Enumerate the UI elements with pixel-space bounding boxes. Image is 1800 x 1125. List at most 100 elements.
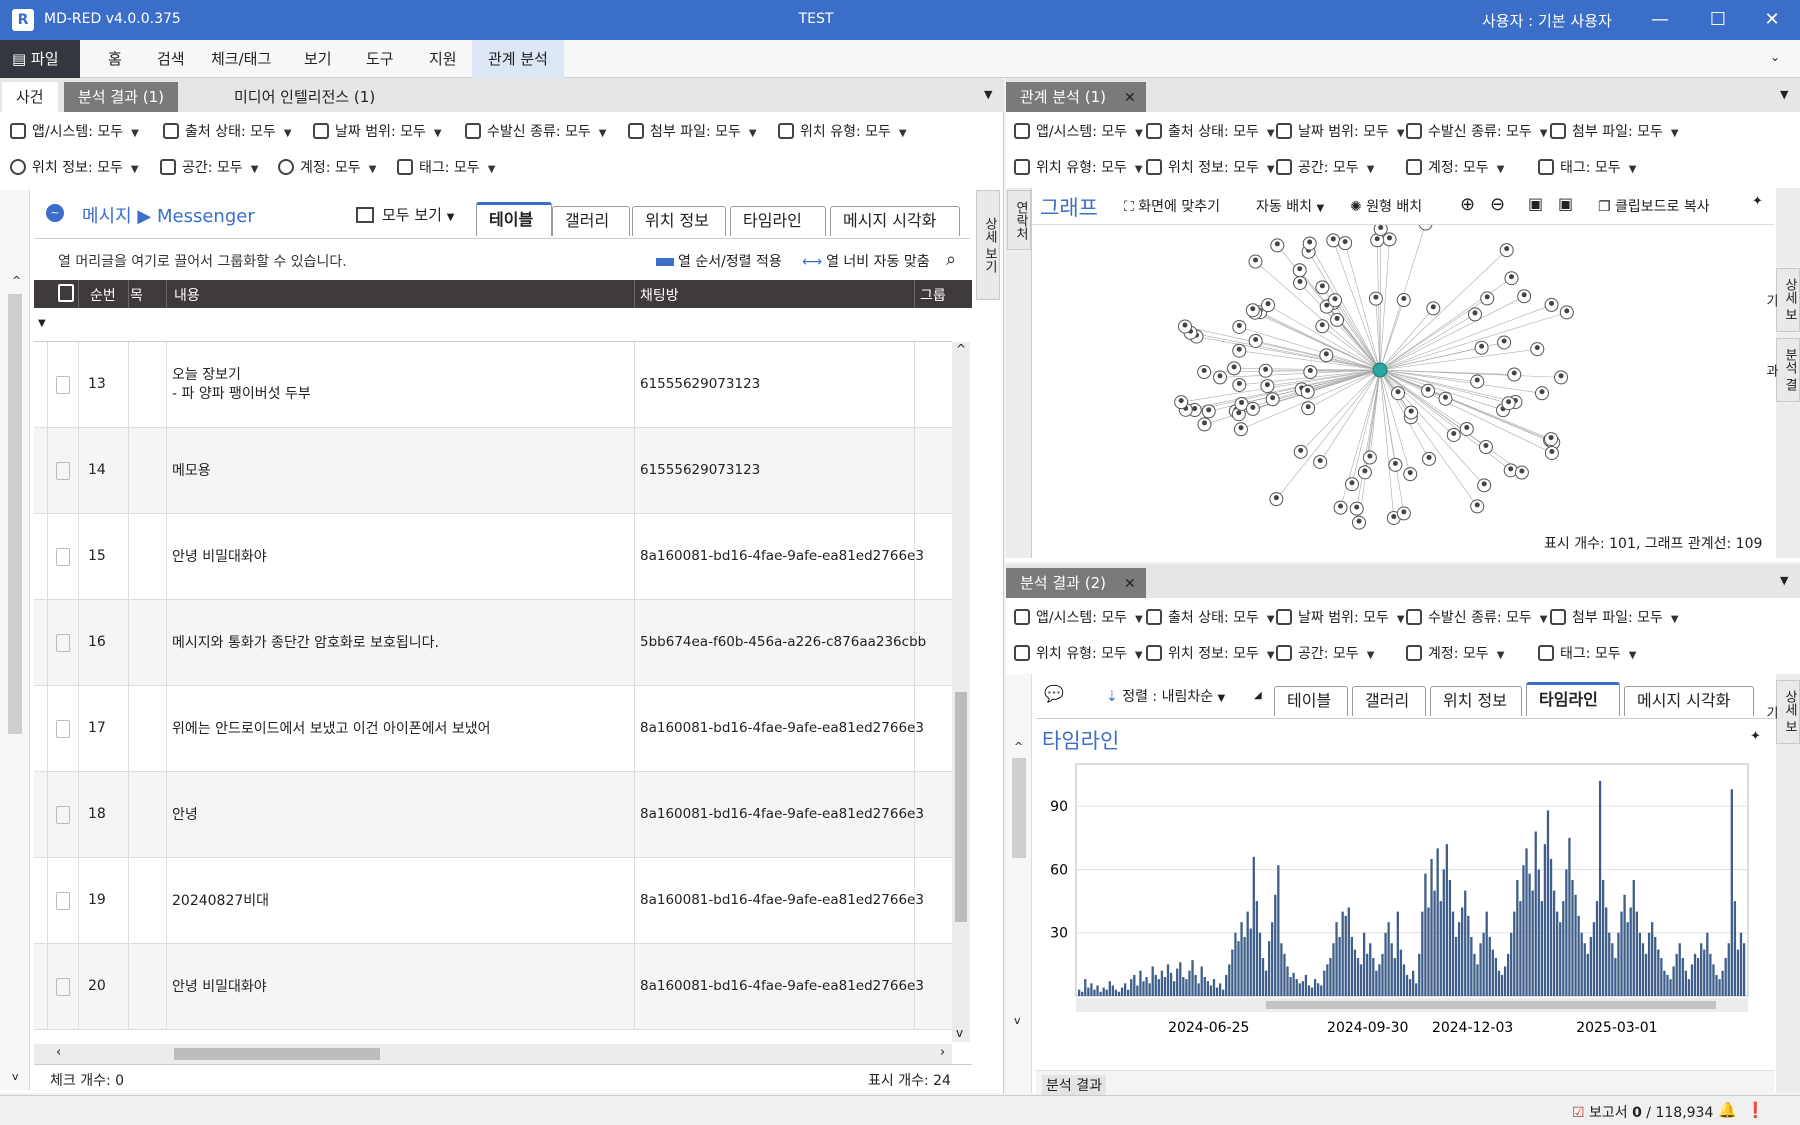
subtab-message-vis[interactable]: 메시지 시각화 bbox=[830, 206, 960, 236]
timeline-bar[interactable] bbox=[1356, 958, 1360, 996]
grid-scroll-thumb[interactable] bbox=[955, 692, 967, 922]
timeline-bar[interactable] bbox=[1191, 960, 1194, 996]
col-header-target[interactable]: 목 bbox=[130, 285, 143, 305]
graph-tab-dropdown-icon[interactable]: ▼ bbox=[1780, 88, 1788, 101]
filter-space[interactable]: 공간: 모두 ▼ bbox=[160, 150, 258, 186]
search-icon[interactable]: ⌕ bbox=[946, 249, 956, 270]
filter-source-filter[interactable]: 출처 상태: 모두 ▼ bbox=[1146, 600, 1275, 636]
timeline-bar[interactable] bbox=[1436, 848, 1439, 996]
tab-media-intelligence[interactable]: 미디어 인텔리전스 (1) bbox=[208, 82, 390, 112]
timeline-bar[interactable] bbox=[1234, 932, 1237, 996]
filter-location-info[interactable]: 위치 정보: 모두 ▼ bbox=[10, 150, 139, 186]
timeline-bar[interactable] bbox=[1399, 949, 1403, 996]
auto-layout-button[interactable]: 자동 배치 ▼ bbox=[1256, 196, 1324, 216]
timeline-bar[interactable] bbox=[1369, 943, 1372, 996]
timeline-bar[interactable] bbox=[1742, 943, 1746, 996]
timeline-bar[interactable] bbox=[1525, 848, 1528, 996]
timeline-bar[interactable] bbox=[1105, 989, 1108, 996]
timeline-bar[interactable] bbox=[1111, 985, 1115, 996]
timeline-bar[interactable] bbox=[1424, 873, 1427, 996]
timeline-bar[interactable] bbox=[1605, 907, 1608, 996]
timeline-bar[interactable] bbox=[1317, 983, 1320, 996]
scroll-up-icon[interactable]: ^ bbox=[956, 342, 966, 356]
filter-attachment[interactable]: 첨부 파일: 모두 ▼ bbox=[1550, 114, 1679, 150]
timeline-bar[interactable] bbox=[1310, 987, 1314, 996]
timeline-bar[interactable] bbox=[1730, 789, 1733, 996]
timeline-bar[interactable] bbox=[1647, 932, 1651, 996]
menu-view[interactable]: 보기 bbox=[288, 40, 348, 78]
menu-home[interactable]: 홈 bbox=[92, 40, 138, 78]
timeline-bar[interactable] bbox=[1583, 943, 1586, 996]
timeline-bar[interactable] bbox=[1289, 977, 1292, 996]
timeline-bar[interactable] bbox=[1675, 953, 1678, 996]
tab-analysis-result[interactable]: 분석 결과 (1) bbox=[64, 82, 178, 112]
column-width-button[interactable]: ⟷ 열 너비 자동 맞춤 bbox=[802, 251, 930, 271]
timeline-bar[interactable] bbox=[1580, 932, 1583, 996]
timeline-bar[interactable] bbox=[1559, 922, 1562, 996]
timeline-bar[interactable] bbox=[1320, 985, 1323, 996]
gutter-scrollbar[interactable] bbox=[8, 294, 22, 734]
menu-search[interactable]: 검색 bbox=[141, 40, 201, 78]
timeline-bar[interactable] bbox=[1390, 943, 1393, 996]
timeline-bar[interactable] bbox=[1601, 880, 1605, 996]
timeline-bar[interactable] bbox=[1136, 985, 1139, 996]
timeline-bar[interactable] bbox=[1243, 936, 1246, 996]
timeline-bar[interactable] bbox=[1623, 894, 1626, 996]
filter-space[interactable]: 공간: 모두 ▼ bbox=[1276, 150, 1374, 186]
graph-center-node[interactable] bbox=[1372, 362, 1388, 378]
timeline-bar[interactable] bbox=[1571, 880, 1574, 996]
grid-vertical-scrollbar[interactable]: ^ v bbox=[952, 342, 970, 1042]
timeline-bar[interactable] bbox=[1280, 943, 1283, 996]
timeline-bar[interactable] bbox=[1225, 974, 1228, 996]
timeline-bar[interactable] bbox=[1589, 936, 1593, 996]
filter-direction[interactable]: 수발신 종류: 모두 ▼ bbox=[1406, 114, 1547, 150]
timeline-bar[interactable] bbox=[1378, 964, 1381, 996]
tab-case[interactable]: 사건 bbox=[2, 82, 58, 112]
timeline-bar[interactable] bbox=[1148, 983, 1151, 996]
timeline-bar[interactable] bbox=[1228, 964, 1231, 996]
timeline-bar[interactable] bbox=[1586, 953, 1589, 996]
timeline-bar[interactable] bbox=[1445, 844, 1449, 996]
timeline-bar[interactable] bbox=[1261, 958, 1265, 996]
timeline-bar[interactable] bbox=[1157, 979, 1160, 996]
timeline-bar[interactable] bbox=[1200, 966, 1203, 996]
timeline-bar[interactable] bbox=[1454, 936, 1458, 996]
timeline-bar[interactable] bbox=[1678, 943, 1681, 996]
timeline-bar[interactable] bbox=[1387, 922, 1390, 996]
column-order-button[interactable]: 열 순서/정렬 적용 bbox=[656, 251, 782, 271]
timeline-bar[interactable] bbox=[1641, 943, 1645, 996]
group-panel[interactable]: 열 머리글을 여기로 끌어서 그룹화할 수 있습니다. 열 순서/정렬 적용 ⟷… bbox=[34, 238, 970, 280]
timeline-bar[interactable] bbox=[1479, 943, 1482, 996]
pin-icon[interactable]: ✦ bbox=[1752, 194, 1763, 209]
table-row[interactable]: 19 20240827비대 8a160081-bd16-4fae-9afe-ea… bbox=[34, 858, 952, 944]
timeline-bar[interactable] bbox=[1258, 932, 1262, 996]
timeline-bar[interactable] bbox=[1335, 922, 1338, 996]
filter-account[interactable]: 계정: 모두 ▼ bbox=[278, 150, 376, 186]
timeline-bar[interactable] bbox=[1488, 936, 1491, 996]
timeline-bar[interactable] bbox=[1120, 987, 1124, 996]
timeline-bar[interactable] bbox=[1614, 958, 1617, 996]
close-button[interactable]: ✕ bbox=[1754, 6, 1790, 34]
timeline-bar[interactable] bbox=[1721, 970, 1724, 996]
table-row[interactable]: 14 메모용 61555629073123 bbox=[34, 428, 952, 514]
row-clipboard-icon[interactable] bbox=[56, 806, 70, 824]
subtab-location[interactable]: 위치 정보 bbox=[632, 206, 726, 236]
timeline-bar[interactable] bbox=[1733, 901, 1737, 996]
timeline-bar[interactable] bbox=[1277, 865, 1280, 996]
timeline-bar[interactable] bbox=[1298, 983, 1301, 996]
timeline-bar[interactable] bbox=[1166, 964, 1170, 996]
timeline-bar[interactable] bbox=[1197, 983, 1200, 996]
filter-calendar[interactable]: 날짜 범위: 모두 ▼ bbox=[1276, 600, 1405, 636]
minimize-button[interactable]: — bbox=[1642, 6, 1678, 34]
r2-subtab-location[interactable]: 위치 정보 bbox=[1430, 686, 1522, 716]
timeline-bar[interactable] bbox=[1500, 974, 1504, 996]
filter-row[interactable]: ▼ bbox=[34, 308, 952, 342]
timeline-scroll-thumb[interactable] bbox=[1266, 1001, 1716, 1009]
filter-space[interactable]: 공간: 모두 ▼ bbox=[1276, 636, 1374, 672]
timeline-bar[interactable] bbox=[1549, 858, 1553, 996]
timeline-bar[interactable] bbox=[1188, 970, 1191, 996]
timeline-bar[interactable] bbox=[1295, 979, 1298, 996]
table-row[interactable]: 16 메시지와 통화가 종단간 암호화로 보호됩니다. 5bb674ea-f60… bbox=[34, 600, 952, 686]
timeline-pin-icon[interactable]: ✦ bbox=[1750, 729, 1761, 744]
timeline-bar[interactable] bbox=[1635, 911, 1638, 996]
